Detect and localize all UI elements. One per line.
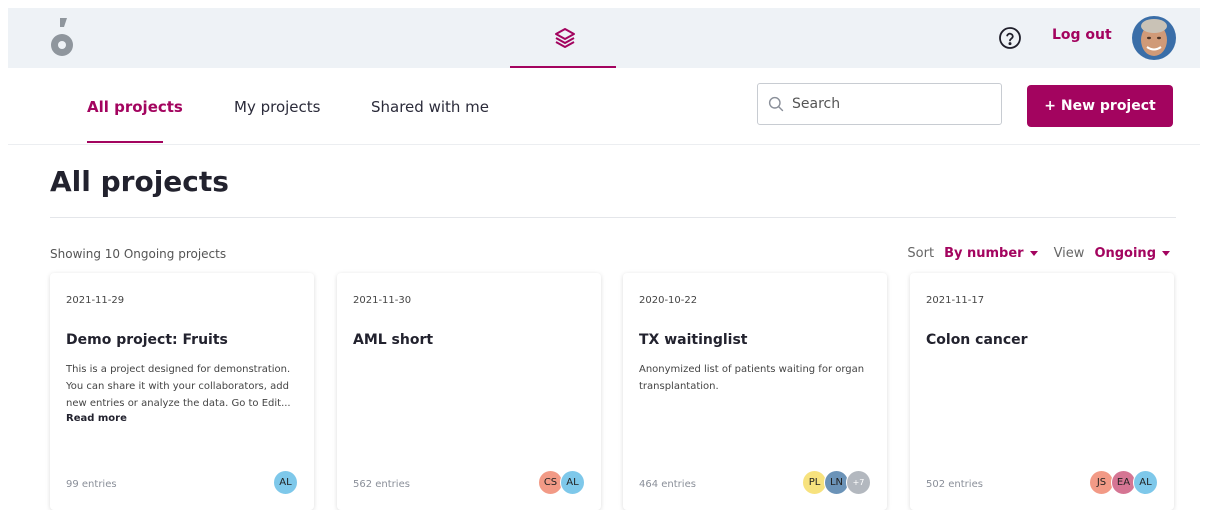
showing-count-text: Showing 10 Ongoing projects <box>50 247 227 261</box>
member-avatars: PL LN +7 <box>802 470 871 495</box>
project-date: 2021-11-29 <box>66 295 125 306</box>
top-bar: Log out <box>8 8 1200 68</box>
help-icon[interactable] <box>998 26 1022 50</box>
project-title[interactable]: Demo project: Fruits <box>66 332 228 348</box>
view-value: Ongoing <box>1094 246 1156 261</box>
logout-link[interactable]: Log out <box>1052 27 1112 43</box>
project-date: 2021-11-30 <box>353 295 412 306</box>
sort-view-controls: Sort By number View Ongoing <box>907 246 1170 261</box>
active-section-indicator <box>510 66 616 68</box>
member-avatar[interactable]: AL <box>560 470 585 495</box>
search-input[interactable] <box>792 92 992 116</box>
member-avatars: CS AL <box>538 470 585 495</box>
view-dropdown[interactable]: Ongoing <box>1094 246 1170 261</box>
entries-count: 99 entries <box>66 479 117 490</box>
project-card[interactable]: 2020-10-22 TX waitinglist Anonymized list … <box>623 273 887 510</box>
sort-label: Sort <box>907 246 935 261</box>
caret-down-icon <box>1162 251 1170 256</box>
tab-all-projects[interactable]: All projects <box>87 98 183 116</box>
project-card[interactable]: 2021-11-29 Demo project: Fruits This is a … <box>50 273 314 510</box>
project-title[interactable]: TX waitinglist <box>639 332 748 348</box>
project-description: This is a project designed for demonstra… <box>66 364 291 409</box>
entries-count: 502 entries <box>926 479 983 490</box>
project-date: 2021-11-17 <box>926 295 985 306</box>
app-logo[interactable] <box>50 18 74 58</box>
sort-value: By number <box>944 246 1024 261</box>
user-avatar[interactable] <box>1132 16 1176 60</box>
title-divider <box>50 217 1176 218</box>
member-avatar[interactable]: AL <box>273 470 298 495</box>
project-description: Anonymized list of patients waiting for … <box>639 364 865 392</box>
page-title: All projects <box>50 165 229 198</box>
project-title[interactable]: AML short <box>353 332 433 348</box>
sort-dropdown[interactable]: By number <box>944 246 1038 261</box>
read-more-link[interactable]: Read more <box>66 413 127 424</box>
caret-down-icon <box>1029 251 1038 256</box>
entries-count: 464 entries <box>639 479 696 490</box>
search-icon <box>768 96 784 112</box>
entries-count: 562 entries <box>353 479 410 490</box>
project-card[interactable]: 2021-11-17 Colon cancer 502 entries JS EA AL <box>910 273 1174 510</box>
member-avatars: AL <box>273 470 298 495</box>
more-members-badge[interactable]: +7 <box>846 470 871 495</box>
layers-icon[interactable] <box>553 26 577 50</box>
project-date: 2020-10-22 <box>639 295 698 306</box>
member-avatars: JS EA AL <box>1089 470 1158 495</box>
search-box[interactable] <box>757 83 1002 125</box>
member-avatar[interactable]: AL <box>1133 470 1158 495</box>
active-tab-indicator <box>87 141 163 143</box>
project-title[interactable]: Colon cancer <box>926 332 1028 348</box>
new-project-button[interactable]: + New project <box>1027 85 1173 127</box>
nav-divider <box>8 144 1200 145</box>
tab-shared-with-me[interactable]: Shared with me <box>371 98 489 116</box>
project-card[interactable]: 2021-11-30 AML short 562 entries CS AL <box>337 273 601 510</box>
tab-my-projects[interactable]: My projects <box>234 98 320 116</box>
view-label: View <box>1053 246 1085 261</box>
